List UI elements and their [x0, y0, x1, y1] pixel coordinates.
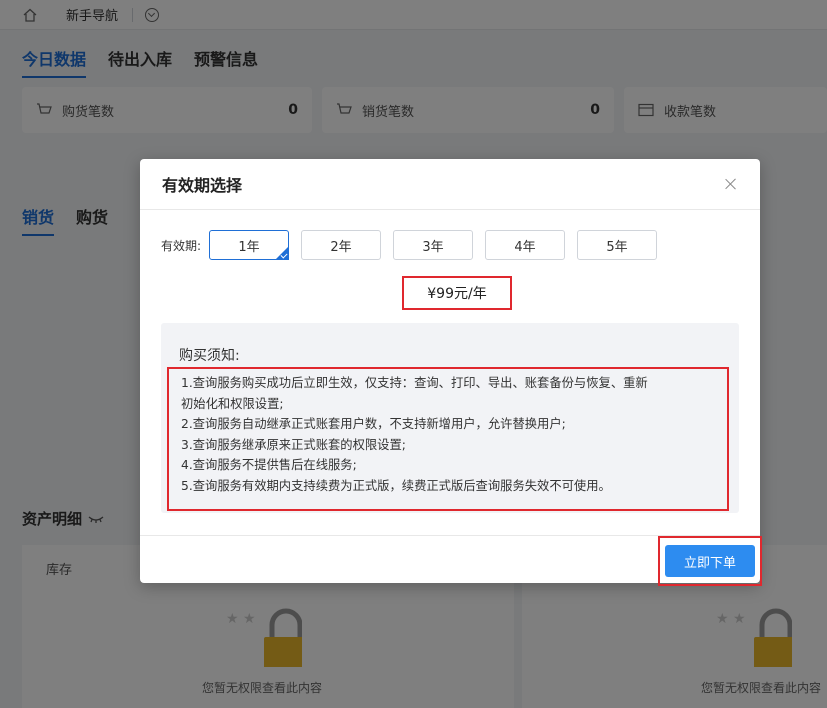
- period-option-2y[interactable]: 2年: [301, 230, 382, 260]
- price-text: ¥99元/年: [427, 286, 487, 302]
- notice-line: 4.查询服务不提供售后在线服务;: [181, 458, 357, 473]
- check-icon: [280, 251, 288, 259]
- purchase-notice: 购买须知: 1.查询服务购买成功后立即生效，仅支持：查询、打印、导出、账套备份与…: [161, 323, 739, 513]
- period-option-3y[interactable]: 3年: [393, 230, 474, 260]
- period-option-4y[interactable]: 4年: [485, 230, 566, 260]
- dialog-title: 有效期选择: [162, 176, 243, 195]
- notice-line: 2.查询服务自动继承正式账套用户数，不支持新增用户，允许替换用户;: [181, 417, 566, 432]
- option-label: 4年: [514, 239, 536, 255]
- notice-line: 初始化和权限设置;: [181, 396, 284, 411]
- period-selector: 有效期: 1年 2年 3年 4年 5年: [161, 230, 669, 260]
- notice-line: 1.查询服务购买成功后立即生效，仅支持：查询、打印、导出、账套备份与恢复、重新: [181, 376, 648, 390]
- close-icon[interactable]: [724, 177, 738, 191]
- notice-line: 5.查询服务有效期内支持续费为正式版，续费正式版后查询服务失效不可使用。: [181, 478, 611, 493]
- option-label: 1年: [238, 239, 260, 255]
- period-option-1y[interactable]: 1年: [209, 230, 290, 260]
- notice-content: 1.查询服务购买成功后立即生效，仅支持：查询、打印、导出、账套备份与恢复、重新 …: [167, 367, 729, 511]
- price-display: ¥99元/年: [402, 276, 512, 310]
- dialog-footer: 立即下单: [140, 535, 762, 586]
- order-highlight: 立即下单: [658, 536, 762, 586]
- period-option-5y[interactable]: 5年: [577, 230, 658, 260]
- validity-dialog: 有效期选择 有效期: 1年 2年 3年 4年 5年 ¥99元/年 购买须知: 1…: [140, 159, 762, 586]
- notice-line: 3.查询服务继承原来正式账套的权限设置;: [181, 437, 406, 452]
- notice-title: 购买须知:: [179, 348, 240, 364]
- option-label: 2年: [330, 239, 352, 255]
- dialog-header: 有效期选择: [140, 159, 760, 210]
- option-label: 3年: [422, 239, 444, 255]
- period-label: 有效期:: [161, 238, 202, 253]
- option-label: 5年: [606, 239, 628, 255]
- order-now-button[interactable]: 立即下单: [665, 545, 755, 577]
